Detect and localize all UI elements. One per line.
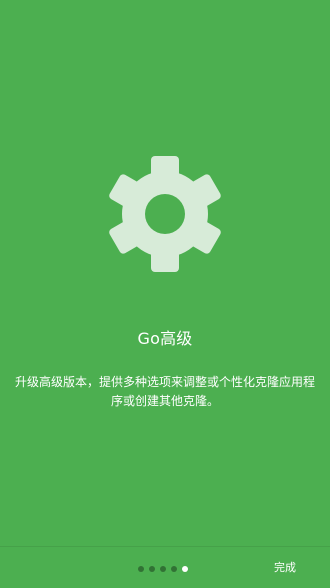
- onboarding-slide: Go高级 升级高级版本，提供多种选项来调整或个性化克隆应用程序或创建其他克隆。: [0, 0, 330, 545]
- page-dot-1: [138, 566, 144, 572]
- page-dot-4: [171, 566, 177, 572]
- gear-icon: [107, 156, 223, 272]
- done-button[interactable]: 完成: [274, 559, 296, 577]
- page-dot-2: [149, 566, 155, 572]
- page-indicator: [138, 565, 188, 573]
- onboarding-title: Go高级: [137, 329, 193, 348]
- page-dot-5-current: [182, 566, 188, 572]
- onboarding-description: 升级高级版本，提供多种选项来调整或个性化克隆应用程序或创建其他克隆。: [14, 375, 315, 408]
- page-dot-3: [160, 566, 166, 572]
- bottom-navigation-bar: 完成: [0, 547, 330, 588]
